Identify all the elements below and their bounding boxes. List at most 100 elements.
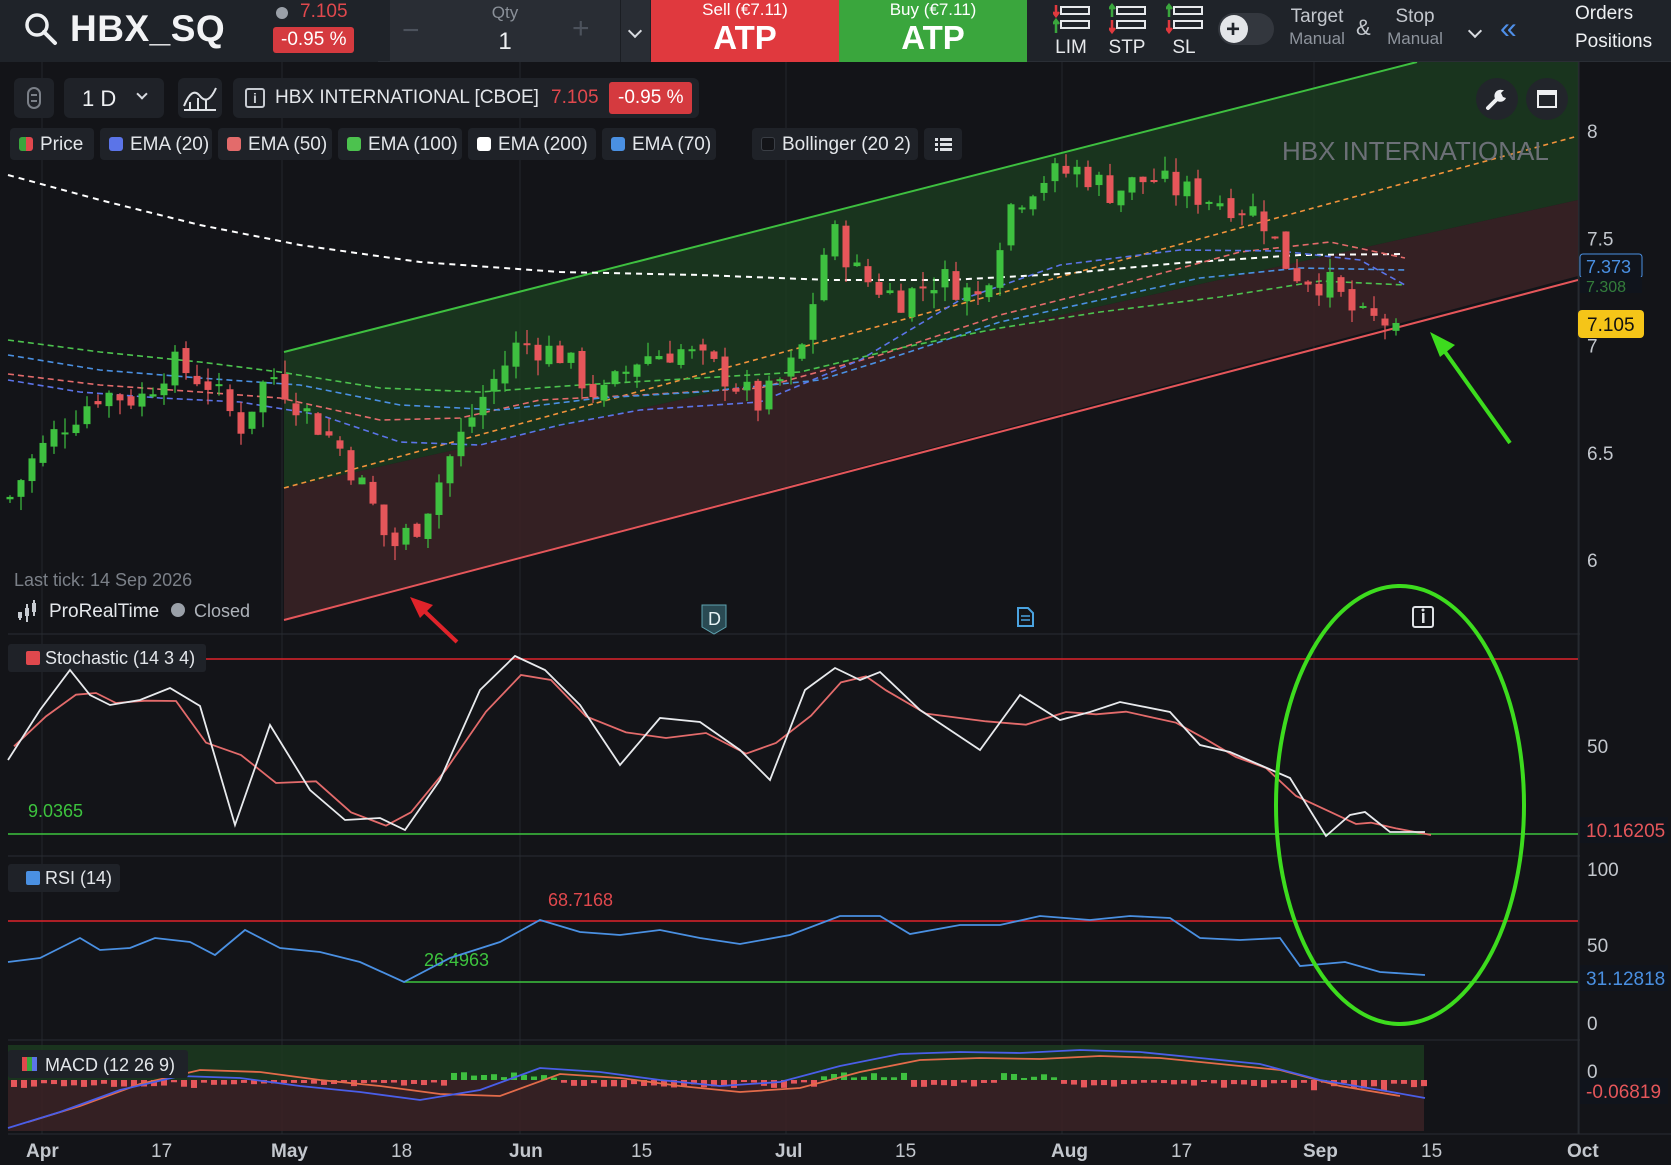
macd-histogram-bar xyxy=(1101,1080,1107,1086)
legend-ema-100[interactable]: EMA (100) xyxy=(338,128,462,160)
instrument-info-bar[interactable]: i HBX INTERNATIONAL [CBOE] 7.105 -0.95 % xyxy=(233,78,699,118)
sell-button[interactable]: Sell (€7.11) ATP xyxy=(651,0,839,62)
candle-body xyxy=(138,393,146,407)
target-stop-dropdown-button[interactable] xyxy=(1464,0,1488,62)
macd-histogram-bar xyxy=(871,1073,877,1080)
stop-setting[interactable]: Stop Manual xyxy=(1384,6,1446,49)
macd-histogram-bar xyxy=(561,1080,567,1083)
candle-body xyxy=(39,442,47,463)
candle-body xyxy=(875,282,883,295)
candle-body xyxy=(842,225,850,268)
macd-histogram-bar xyxy=(111,1080,117,1087)
legend-ema-70[interactable]: EMA (70) xyxy=(602,128,716,160)
macd-histogram-bar xyxy=(11,1080,17,1087)
rsi-axis-100: 100 xyxy=(1587,860,1619,881)
candle-body xyxy=(270,377,278,380)
candle-body xyxy=(325,431,333,436)
macd-panel: MACD (12 26 9) 0 -0.06819 xyxy=(7,1045,1668,1131)
candle-body xyxy=(347,450,355,481)
legend-ema-50-label: EMA (50) xyxy=(248,134,328,155)
x-axis-tick: Oct xyxy=(1567,1141,1599,1162)
macd-histogram-bar xyxy=(791,1080,797,1084)
macd-histogram-bar xyxy=(1221,1080,1227,1088)
macd-histogram-bar xyxy=(491,1074,497,1080)
detach-window-button[interactable] xyxy=(1526,78,1568,120)
macd-histogram-bar xyxy=(181,1080,187,1087)
collapse-panel-button[interactable]: « xyxy=(1500,12,1517,46)
chart-type-button[interactable] xyxy=(178,78,222,118)
legend-price[interactable]: Price xyxy=(10,128,94,160)
timeframe-selector[interactable]: 1 D xyxy=(64,78,164,118)
ema20-swatch xyxy=(109,137,123,151)
stoch-current-value: 10.16205 xyxy=(1586,821,1665,842)
candle-body xyxy=(1381,318,1389,326)
rsi-axis-0: 0 xyxy=(1587,1014,1598,1035)
candle-body xyxy=(754,380,762,411)
candle-body xyxy=(292,403,300,416)
buy-button[interactable]: Buy (€7.11) ATP xyxy=(839,0,1027,62)
symbol-panel[interactable]: HBX_SQ 7.105 -0.95 % xyxy=(0,0,378,62)
macd-histogram-bar xyxy=(931,1080,937,1085)
target-stop-toggle[interactable]: + xyxy=(1218,13,1274,45)
candle-body xyxy=(941,269,949,288)
macd-histogram-bar xyxy=(1181,1080,1187,1084)
macd-histogram-bar xyxy=(421,1080,427,1086)
stop-order-button[interactable]: STP xyxy=(1099,0,1155,62)
candle-body xyxy=(853,262,861,267)
orders-link[interactable]: Orders xyxy=(1575,3,1633,25)
target-setting[interactable]: Target Manual xyxy=(1286,6,1348,49)
candle-body xyxy=(479,396,487,416)
macd-histogram-bar xyxy=(1241,1080,1247,1085)
x-axis-tick: Jun xyxy=(509,1141,543,1162)
indicator-list-button[interactable] xyxy=(924,128,962,160)
macd-color-swatch-2 xyxy=(27,1057,32,1071)
buy-price-label: Buy (€7.11) xyxy=(889,0,977,19)
sell-order-type: ATP xyxy=(713,19,777,56)
macd-histogram-bar xyxy=(1131,1080,1137,1084)
chevron-down-icon xyxy=(1467,23,1483,39)
price-axis-tick: 7.5 xyxy=(1587,229,1613,250)
macd-histogram-bar xyxy=(1281,1080,1287,1083)
x-axis-tick: 15 xyxy=(895,1141,916,1162)
macd-histogram-bar xyxy=(1291,1080,1297,1088)
limit-order-button[interactable]: LIM xyxy=(1043,0,1099,62)
candle-body xyxy=(732,388,740,392)
macd-histogram-bar xyxy=(81,1080,87,1087)
limit-order-label: LIM xyxy=(1055,37,1087,58)
chart-area[interactable]: HBX INTERNATIONAL 87.576.56 7.373 7.308 … xyxy=(0,62,1671,1165)
legend-bollinger[interactable]: Bollinger (20 2) xyxy=(752,128,918,160)
qty-dropdown-button[interactable] xyxy=(620,0,650,62)
legend-ema-200-label: EMA (200) xyxy=(498,134,588,155)
macd-histogram-bar xyxy=(21,1080,27,1088)
price-axis-tick: 7 xyxy=(1587,337,1598,358)
candle-body xyxy=(1106,175,1114,203)
legend-ema-200[interactable]: EMA (200) xyxy=(468,128,596,160)
legend-ema-20[interactable]: EMA (20) xyxy=(100,128,212,160)
price-swatch xyxy=(19,137,33,151)
candle-body xyxy=(226,389,234,412)
macd-histogram-bar xyxy=(1251,1080,1257,1086)
macd-histogram-bar xyxy=(581,1080,587,1086)
positions-link[interactable]: Positions xyxy=(1575,31,1652,53)
candle-body xyxy=(721,356,729,387)
candle-body xyxy=(336,440,344,449)
candle-body xyxy=(699,344,707,351)
macd-histogram-bar xyxy=(1411,1080,1417,1088)
macd-histogram-bar xyxy=(1161,1080,1167,1084)
candle-body xyxy=(468,417,476,427)
macd-histogram-bar xyxy=(571,1080,577,1086)
stop-limit-order-button[interactable]: SL xyxy=(1156,0,1212,62)
chart-settings-button[interactable] xyxy=(1476,78,1518,120)
qty-increment-button[interactable]: + xyxy=(572,12,590,46)
search-icon[interactable] xyxy=(24,12,58,46)
panel-drag-handle[interactable] xyxy=(14,78,54,118)
candle-body xyxy=(17,480,25,497)
macd-histogram-bar xyxy=(1421,1080,1427,1087)
dividend-marker-icon[interactable]: D xyxy=(701,604,727,635)
ema100-badge-text: 7.308 xyxy=(1586,279,1626,296)
info-icon[interactable]: i xyxy=(245,88,265,108)
candle-body xyxy=(1271,236,1279,239)
legend-ema-50[interactable]: EMA (50) xyxy=(218,128,332,160)
x-axis-tick: 17 xyxy=(151,1141,172,1162)
macd-histogram-bar xyxy=(1011,1073,1017,1080)
